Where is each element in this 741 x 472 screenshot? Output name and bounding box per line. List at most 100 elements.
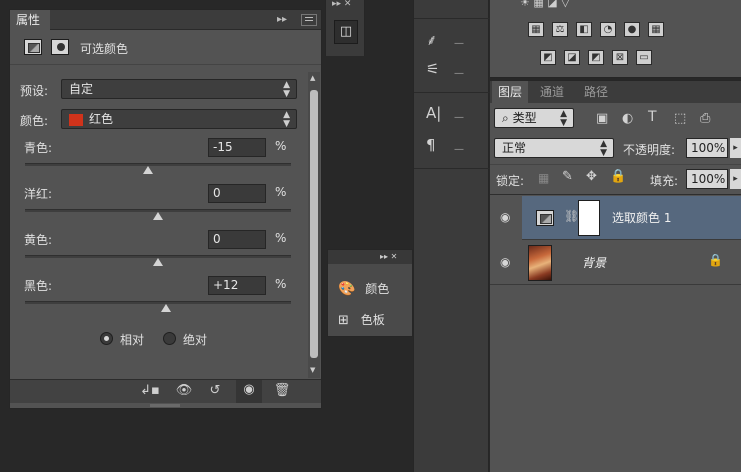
lock-icon: 🔒 (708, 253, 723, 267)
panel-menu-icon[interactable] (301, 14, 317, 26)
opacity-input[interactable]: 100% (686, 138, 728, 158)
link-icon[interactable]: ⛓ (564, 209, 579, 223)
palette-icon: 🎨 (338, 281, 356, 297)
lock-transparent-icon[interactable]: ▦ (538, 171, 549, 185)
slider-thumb[interactable] (160, 304, 171, 312)
color-lookup-icon[interactable]: ▦ (648, 22, 664, 37)
balance-icon[interactable]: ⚖ (552, 22, 568, 37)
slider-label: 洋红: (24, 187, 53, 201)
properties-tabbar: 属性 ▸▸ (10, 10, 321, 30)
slider-thumb[interactable] (153, 258, 163, 266)
view-previous-icon[interactable]: 👁 (171, 381, 197, 401)
slider-cyan: 青色: -15 % (10, 136, 310, 182)
eye-icon[interactable]: ◉ (500, 255, 510, 269)
selective-color-icon (24, 39, 42, 55)
lock-label: 锁定: (496, 174, 525, 188)
selective-color-grid-icon[interactable]: ⊠ (612, 50, 628, 65)
percent-label: % (275, 277, 287, 291)
reset-icon[interactable]: ↺ (203, 381, 227, 401)
panel-item-swatches[interactable]: ⊞ 色板 (338, 311, 385, 328)
blend-mode-select[interactable]: 正常 ▲ ▼ (494, 138, 614, 158)
layer-mask-icon[interactable] (51, 39, 69, 55)
properties-panel-icon[interactable]: ◫ (334, 20, 358, 44)
layer-name[interactable]: 背景 (582, 254, 606, 271)
lock-position-icon[interactable]: ✥ (586, 169, 597, 184)
yellow-input[interactable]: 0 (208, 230, 266, 249)
fill-input[interactable]: 100% (686, 169, 728, 189)
opacity-label: 不透明度: (623, 143, 676, 157)
scroll-thumb[interactable] (310, 90, 318, 358)
layer-mask-thumbnail[interactable] (578, 200, 600, 236)
bw-icon[interactable]: ◧ (576, 22, 592, 37)
layer-row-background[interactable]: ◉ 背景 🔒 (490, 241, 741, 285)
image-filter-icon[interactable]: ▣ (596, 111, 608, 126)
absolute-radio[interactable] (163, 332, 176, 345)
fill-label: 填充: (650, 174, 679, 188)
collapse-icon[interactable]: ▸▸ ✕ (380, 250, 397, 264)
adjust-filter-icon[interactable]: ◐ (622, 111, 633, 126)
percent-label: % (275, 231, 287, 245)
adjustment-layer-icon (536, 210, 554, 226)
photo-filter-icon[interactable]: ◔ (600, 22, 616, 37)
slider-yellow: 黄色: 0 % (10, 228, 310, 274)
expand-icon[interactable]: ▸▸ ✕ (332, 0, 351, 14)
channel-mixer-icon[interactable]: ● (624, 22, 640, 37)
paragraph-tool-icon[interactable]: ¶ (426, 136, 436, 154)
layer-filter-select[interactable]: ⌕ 类型 ▲ ▼ (494, 108, 574, 128)
brush-tool-icon[interactable]: ⸙ (426, 30, 437, 50)
preset-select[interactable]: 自定 ▲ ▼ (61, 79, 297, 99)
slider-label: 黑色: (24, 279, 53, 293)
slider-label: 黄色: (24, 233, 53, 247)
panel-item-color[interactable]: 🎨 颜色 (338, 280, 389, 297)
layer-name[interactable]: 选取颜色 1 (612, 209, 671, 226)
clip-to-layer-icon[interactable]: ↲▪ (138, 381, 162, 401)
lock-all-icon[interactable]: 🔒 (610, 169, 626, 184)
sliders-tool-icon[interactable]: ⚟ (426, 60, 439, 78)
slider-track[interactable] (25, 301, 291, 304)
posterize-icon[interactable]: ◪ (564, 50, 580, 65)
levels-icon[interactable]: ▦ (528, 22, 544, 37)
scroll-up-icon[interactable]: ▲ (310, 74, 315, 82)
adjust-row-0: ☀ ▦ ◪ ▽ (520, 0, 570, 9)
relative-label: 相对 (120, 333, 145, 347)
type-tool-icon[interactable]: A| (426, 104, 441, 122)
cyan-input[interactable]: -15 (208, 138, 266, 157)
resize-grip[interactable] (150, 404, 180, 407)
collapse-icon[interactable]: ▸▸ (277, 10, 287, 30)
gradient-map-icon[interactable]: ▭ (636, 50, 652, 65)
tab-channels[interactable]: 通道 (534, 81, 570, 103)
visibility-icon[interactable]: ◉ (236, 380, 262, 403)
scroll-down-icon[interactable]: ▼ (310, 366, 315, 374)
filter-value: 类型 (512, 111, 537, 125)
smart-object-filter-icon[interactable]: ⎙ (700, 111, 710, 126)
grid-icon: ⊞ (338, 313, 349, 328)
fill-dropdown-icon[interactable]: ▸ (730, 169, 741, 189)
color-value: 红色 (89, 112, 114, 126)
tool-options-column: ⸙ — ⚟ — A| — ¶ — (413, 0, 490, 472)
divider (490, 194, 741, 195)
opacity-dropdown-icon[interactable]: ▸ (730, 138, 741, 158)
trash-icon[interactable]: 🗑 (270, 381, 294, 401)
black-input[interactable]: +12 (208, 276, 266, 295)
scrollbar[interactable]: ▲ ▼ (308, 72, 320, 378)
slider-thumb[interactable] (153, 212, 163, 220)
slider-thumb[interactable] (143, 166, 154, 174)
tool-dash: — (454, 144, 464, 155)
divider (414, 168, 490, 169)
lock-paint-icon[interactable]: ✎ (562, 169, 573, 184)
invert-icon[interactable]: ◩ (540, 50, 556, 65)
layer-row-selective-color[interactable]: ◉ ⛓ 选取颜色 1 (490, 196, 741, 240)
slider-track[interactable] (25, 163, 291, 166)
magenta-input[interactable]: 0 (208, 184, 266, 203)
shape-filter-icon[interactable]: ⬚ (674, 111, 686, 126)
tab-layers[interactable]: 图层 (492, 81, 529, 103)
eye-icon[interactable]: ◉ (500, 210, 510, 224)
relative-radio[interactable] (100, 332, 113, 345)
threshold-icon[interactable]: ◩ (588, 50, 604, 65)
background-thumbnail[interactable] (528, 245, 552, 281)
tool-dash: — (454, 112, 464, 123)
tab-paths[interactable]: 路径 (578, 81, 614, 103)
tab-properties[interactable]: 属性 (10, 10, 50, 30)
type-filter-icon[interactable]: T (648, 109, 657, 125)
color-select[interactable]: 红色 ▲ ▼ (61, 109, 297, 129)
